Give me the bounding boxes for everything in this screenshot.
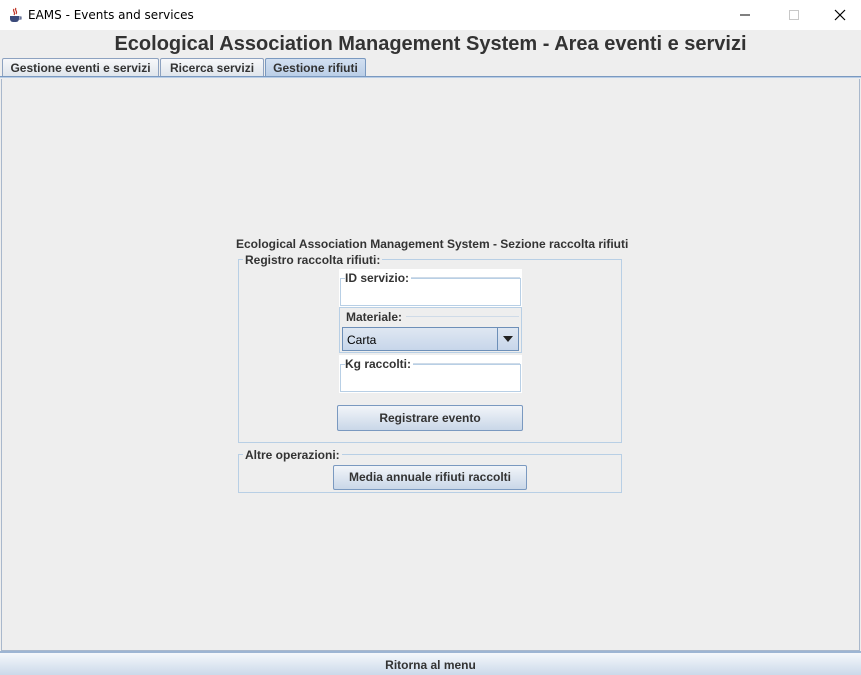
kg-raccolti-label: Kg raccolti: <box>345 357 414 371</box>
materiale-selected-value: Carta <box>347 333 377 347</box>
ritorna-menu-button[interactable]: Ritorna al menu <box>0 651 861 675</box>
registrare-evento-button[interactable]: Registrare evento <box>337 405 523 431</box>
materiale-field: Materiale: Carta <box>339 307 522 353</box>
media-annuale-button[interactable]: Media annuale rifiuti raccolti <box>333 465 527 490</box>
label-divider <box>406 316 519 317</box>
close-button[interactable] <box>817 0 861 30</box>
close-icon <box>834 9 846 21</box>
tab-divider <box>0 76 861 78</box>
registro-group-label: Registro raccolta rifiuti: <box>243 253 383 267</box>
altre-operazioni-label: Altre operazioni: <box>243 448 342 462</box>
tab-ricerca-servizi[interactable]: Ricerca servizi <box>160 58 264 78</box>
minimize-icon <box>740 14 750 16</box>
maximize-icon <box>789 10 799 20</box>
minimize-button[interactable] <box>722 0 768 30</box>
section-title: Ecological Association Management System… <box>236 237 629 251</box>
id-servizio-label: ID servizio: <box>345 271 412 285</box>
java-cup-icon <box>7 7 23 23</box>
page-title: Ecological Association Management System… <box>114 33 747 55</box>
maximize-button[interactable] <box>771 0 817 30</box>
id-servizio-field: ID servizio: <box>339 269 522 307</box>
tab-gestione-rifiuti[interactable]: Gestione rifiuti <box>265 58 366 78</box>
kg-raccolti-field: Kg raccolti: <box>339 355 522 393</box>
window-titlebar: EAMS - Events and services <box>0 0 861 30</box>
materiale-label: Materiale: <box>346 310 405 324</box>
window-title: EAMS - Events and services <box>28 8 194 22</box>
materiale-select[interactable]: Carta <box>342 327 519 351</box>
tab-gestione-eventi[interactable]: Gestione eventi e servizi <box>2 58 159 78</box>
dropdown-arrow-button[interactable] <box>497 328 518 350</box>
chevron-down-icon <box>503 336 513 342</box>
